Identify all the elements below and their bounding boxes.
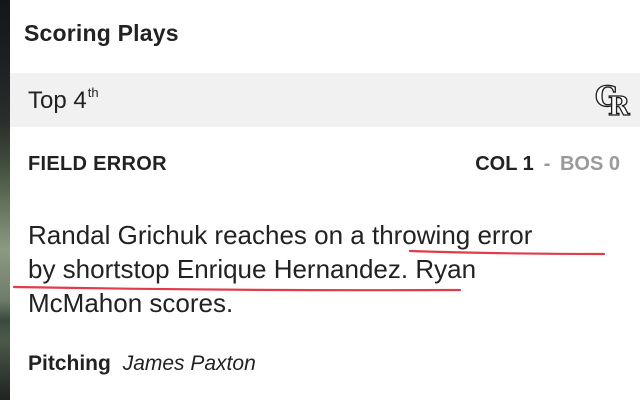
description-line-2: by shortstop Enrique Hernandez. Ryan — [28, 254, 477, 284]
scoring-plays-panel: Scoring Plays Top 4th C R FIELD ERROR CO… — [10, 0, 640, 400]
home-team: COL — [475, 153, 518, 175]
score-line: COL 1- BOS 0 — [475, 153, 620, 176]
inning-header[interactable]: Top 4th C R — [10, 73, 640, 127]
score-separator: - — [543, 153, 551, 175]
section-title: Scoring Plays — [24, 20, 179, 46]
pitching-line: Pitching James Paxton — [28, 352, 256, 376]
description-line-1: Randal Grichuk reaches on a throwing err… — [28, 220, 533, 250]
play-description: Randal Grichuk reaches on a throwing err… — [28, 218, 628, 320]
inning-text: Top 4 — [28, 87, 87, 114]
play-type: FIELD ERROR — [28, 153, 167, 175]
away-score: 0 — [608, 153, 620, 175]
inning-label: Top 4th — [28, 85, 99, 115]
home-score: 1 — [522, 153, 534, 175]
pitcher-name: James Paxton — [122, 352, 256, 375]
rockies-cr-logo-icon: C R — [594, 79, 630, 121]
screenshot-frame: Scoring Plays Top 4th C R FIELD ERROR CO… — [0, 0, 640, 400]
svg-text:R: R — [608, 92, 630, 121]
inning-suffix: th — [87, 85, 99, 100]
background-app-edge — [0, 0, 10, 400]
pitching-label: Pitching — [28, 352, 111, 375]
away-team: BOS — [559, 153, 604, 175]
description-line-3: McMahon scores. — [28, 288, 234, 318]
